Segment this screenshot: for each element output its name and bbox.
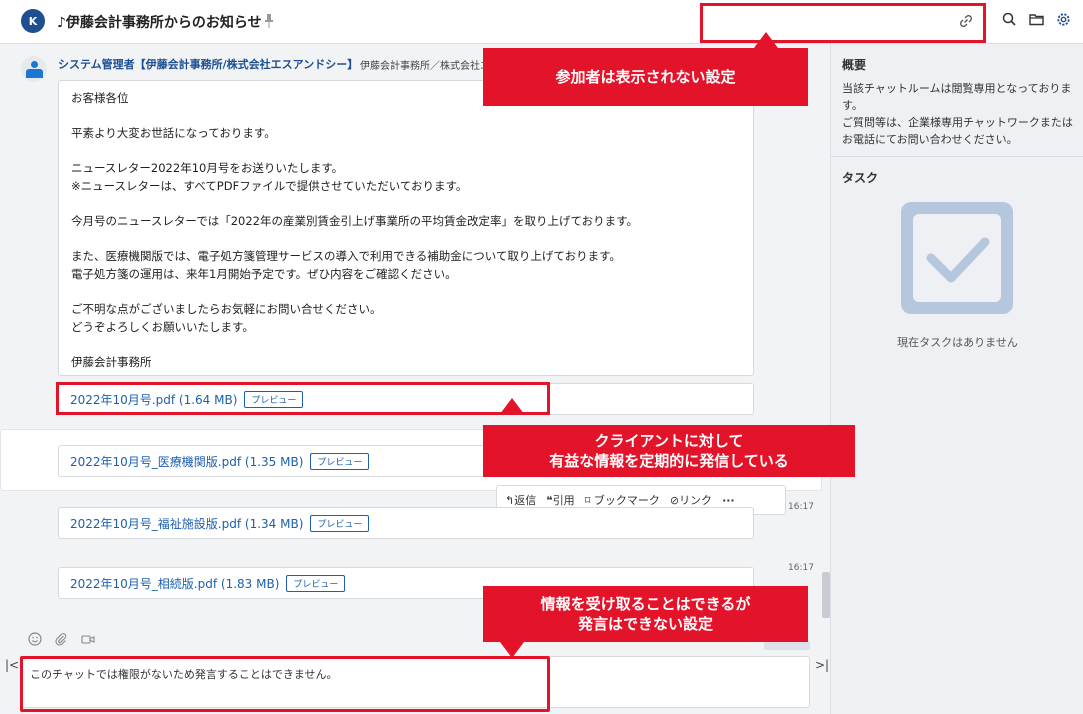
reply-button[interactable]: ↰返信 [505, 492, 536, 508]
quote-button[interactable]: ❝引用 [546, 492, 574, 508]
room-logo-icon[interactable]: K [21, 9, 45, 33]
link-icon: ⊘ [669, 494, 680, 507]
more-button[interactable]: ··· [722, 494, 735, 507]
callout-text: 有益な情報を定期的に発信している [549, 452, 789, 470]
callout-info: クライアントに対して 有益な情報を定期的に発信している [483, 425, 855, 477]
panel-divider [831, 156, 1083, 157]
bookmark-label: ブックマーク [593, 494, 660, 507]
message-paragraph: ニュースレター2022年10月号をお送りいたします。 ※ニュースレターは、すべて… [71, 161, 468, 193]
task-empty-icon [901, 202, 1013, 314]
message-paragraph: 今月号のニュースレターでは「2022年の産業別賃金引上げ事業所の平均賃金改定率」… [71, 214, 639, 228]
preview-button[interactable]: プレビュー [310, 514, 370, 532]
compose-highlight [20, 656, 550, 712]
task-heading: タスク [842, 171, 879, 185]
callout-pointer [500, 642, 524, 658]
summary-text: 当該チャットルームは閲覧専用となっております。 ご質問等は、企業様専用チャットワ… [842, 82, 1073, 146]
emoji-icon[interactable] [28, 632, 42, 649]
participants-area-highlight [700, 3, 986, 43]
search-icon[interactable] [1001, 12, 1017, 28]
avatar[interactable] [21, 56, 47, 82]
callout-post: 情報を受け取ることはできるが 発言はできない設定 [483, 586, 808, 642]
quote-label: 引用 [552, 494, 575, 507]
attachment-highlight [56, 382, 550, 415]
callout-text: クライアントに対して [594, 432, 744, 450]
preview-button[interactable]: プレビュー [286, 574, 346, 592]
callout-participants: 参加者は表示されない設定 [483, 48, 808, 106]
callout-pointer [500, 398, 524, 414]
link-label: リンク [679, 494, 713, 507]
collapse-left-icon[interactable]: |< [5, 658, 19, 672]
message-paragraph: 伊藤会計事務所 [71, 355, 152, 369]
expand-right-icon[interactable]: >| [815, 658, 829, 672]
folder-icon[interactable] [1028, 12, 1044, 28]
callout-text: 情報を受け取ることはできるが [540, 595, 751, 613]
link-icon[interactable] [959, 14, 973, 32]
callout-text: 参加者は表示されない設定 [555, 68, 736, 86]
reply-label: 返信 [514, 494, 537, 507]
task-empty-text: 現在タスクはありません [897, 336, 1018, 349]
pin-icon[interactable] [264, 14, 274, 28]
link-button[interactable]: ⊘リンク [670, 492, 712, 508]
chat-scrollbar[interactable] [822, 572, 830, 618]
message-paragraph: また、医療機関版では、電子処方箋管理サービスの導入で利用できる補助金について取り… [71, 249, 621, 281]
bookmark-button[interactable]: ⌑ ブックマーク [585, 492, 660, 508]
send-button[interactable] [764, 641, 810, 650]
message-body: お客様各位 平素より大変お世話になっております。 ニュースレター2022年10月… [58, 80, 754, 376]
room-info-panel: 概要 当該チャットルームは閲覧専用となっております。 ご質問等は、企業様専用チャ… [830, 44, 1083, 714]
attachment-link[interactable]: 2022年10月号_福祉施設版.pdf (1.34 MB) [70, 515, 303, 532]
attachment-item[interactable]: 2022年10月号_福祉施設版.pdf (1.34 MB) プレビュー [58, 507, 754, 539]
message-timestamp: 16:17 [788, 563, 814, 573]
callout-pointer [754, 32, 778, 48]
sender-name[interactable]: システム管理者【伊藤会計事務所/株式会社エスアンドシー】 [58, 56, 358, 72]
video-call-icon[interactable] [81, 632, 95, 649]
chat-header: K ♪伊藤会計事務所からのお知らせ [0, 0, 1083, 44]
attachment-link[interactable]: 2022年10月号_医療機関版.pdf (1.35 MB) [70, 453, 303, 470]
room-title: ♪伊藤会計事務所からのお知らせ [57, 15, 262, 31]
sender-org: 伊藤会計事務所／株式会社エ [360, 61, 490, 72]
attach-file-icon[interactable] [54, 632, 68, 649]
bookmark-icon: ⌑ [584, 494, 591, 507]
gear-icon[interactable] [1055, 12, 1071, 28]
callout-text: 発言はできない設定 [577, 615, 713, 633]
attachment-link[interactable]: 2022年10月号_相続版.pdf (1.83 MB) [70, 575, 279, 592]
summary-heading: 概要 [842, 58, 867, 72]
message-paragraph: ご不明な点がございましたらお気軽にお問い合せください。 どうぞよろしくお願いいた… [71, 302, 382, 334]
message-paragraph: 平素より大変お世話になっております。 [71, 126, 276, 140]
preview-button[interactable]: プレビュー [310, 452, 370, 470]
message-timestamp: 16:17 [788, 502, 814, 512]
reply-icon: ↰ [505, 494, 515, 507]
